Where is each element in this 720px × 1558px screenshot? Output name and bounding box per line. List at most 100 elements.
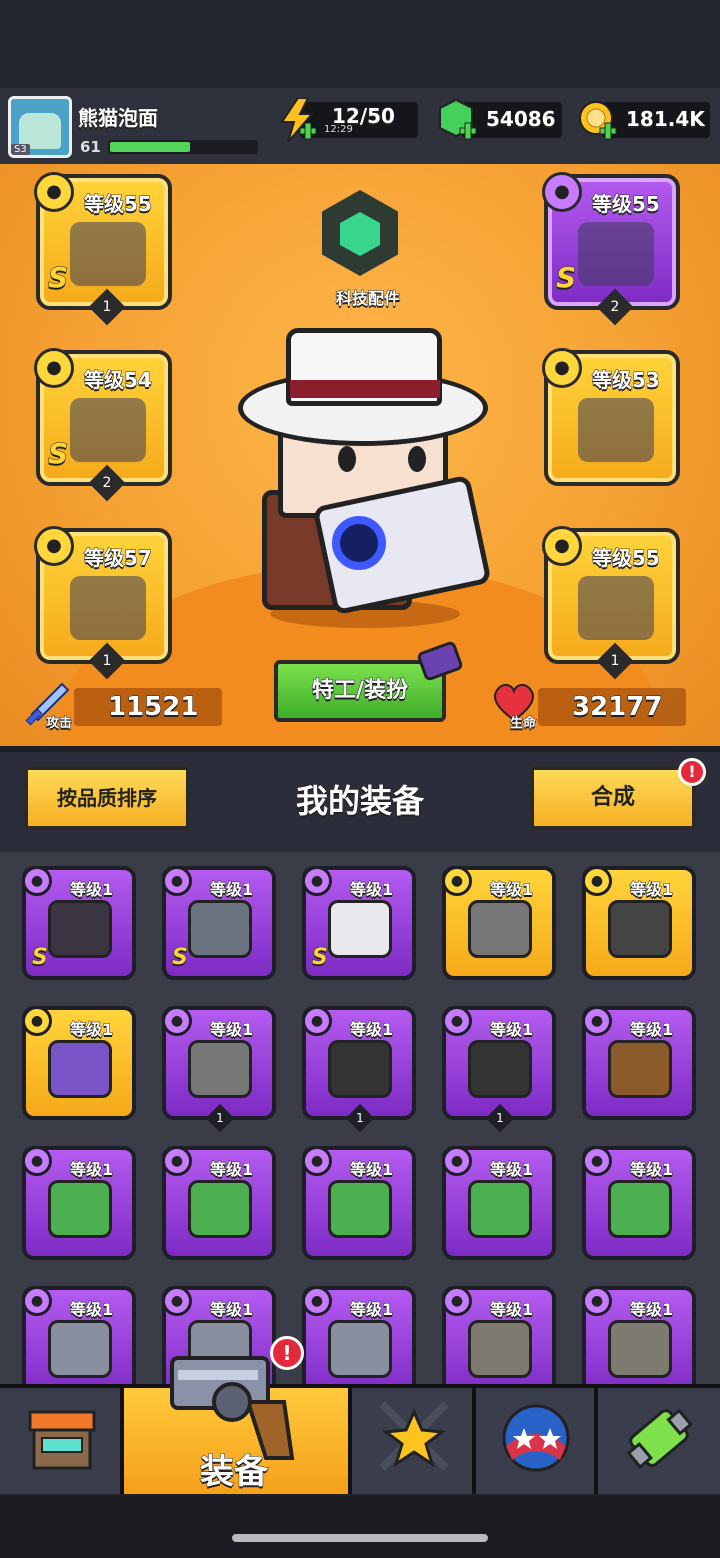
slot-type-badge-icon: ● <box>542 172 582 212</box>
gem-icon <box>438 98 478 142</box>
shop-tab[interactable] <box>0 1388 124 1494</box>
gem-value: 54086 <box>486 107 557 132</box>
equipment-item[interactable]: ● 等级1 1 <box>162 1006 276 1133</box>
armor-icon <box>48 1180 112 1238</box>
equipment-item[interactable]: ● 等级1 S <box>302 866 416 980</box>
equipped-slot-4[interactable]: ● 等级53 <box>542 348 680 486</box>
coin-counter[interactable]: 181.4K <box>602 102 710 138</box>
slot-level: 等级55 <box>592 546 661 571</box>
item-type-badge-icon: ● <box>302 1146 332 1176</box>
shop-icon <box>28 1408 96 1472</box>
lightning-icon <box>280 97 318 143</box>
orb-icon <box>500 1402 572 1474</box>
equipment-item[interactable]: ● 等级1 <box>22 1006 136 1120</box>
slot-count: 1 <box>596 642 634 680</box>
item-level: 等级1 <box>349 1300 394 1320</box>
attack-value: 11521 <box>107 692 199 723</box>
item-level: 等级1 <box>209 880 254 900</box>
slot-level: 等级55 <box>84 192 153 217</box>
shotgun-icon <box>608 1040 672 1098</box>
item-rank: S <box>32 945 49 971</box>
item-level: 等级1 <box>629 1020 674 1040</box>
equipment-item[interactable]: ● 等级1 <box>582 866 696 980</box>
equipment-item[interactable]: ● 等级1 <box>582 1286 696 1386</box>
equipment-item[interactable]: ● 等级1 S <box>22 866 136 980</box>
armor-icon <box>48 1320 112 1378</box>
avatar[interactable]: S3 <box>8 96 72 158</box>
belt-icon <box>468 1040 532 1098</box>
equipped-slot-5[interactable]: ● 等级57 1 <box>34 526 172 680</box>
armor-icon <box>608 1320 672 1378</box>
equipment-grid: ● 等级1 S ● 等级1 S ● 等级1 S ● 等级1 ● 等级1 ● 等级1 ● 等级1 1 ● 等级1 1 ● 等级… <box>0 852 720 1386</box>
item-type-badge-icon: ● <box>22 866 52 896</box>
agent-costume-button[interactable]: 特工/装扮 <box>274 660 446 722</box>
lab-tab[interactable] <box>598 1388 720 1494</box>
hero-eye-right <box>408 446 426 472</box>
slot-level: 等级53 <box>592 368 661 393</box>
attack-label: 攻击 <box>45 716 73 732</box>
equipment-item[interactable]: ● 等级1 S <box>162 866 276 980</box>
slot-count: 2 <box>88 464 126 502</box>
equipment-item[interactable]: ● 等级1 <box>582 1006 696 1120</box>
star-swords-icon <box>376 1398 452 1474</box>
xp-bar <box>108 140 258 154</box>
slot-type-badge-icon: ● <box>542 348 582 388</box>
xp-fill <box>110 142 190 152</box>
equipment-item[interactable]: ● 等级1 <box>22 1286 136 1386</box>
boot-icon <box>48 1040 112 1098</box>
equipment-item[interactable]: ● 等级1 <box>162 1146 276 1260</box>
gun-icon <box>70 222 146 286</box>
equipped-slot-2[interactable]: ● 等级55 S 2 <box>542 172 680 326</box>
slot-type-badge-icon: ● <box>34 172 74 212</box>
home-indicator[interactable] <box>232 1534 488 1542</box>
item-type-badge-icon: ● <box>442 1146 472 1176</box>
equipment-item[interactable]: ● 等级1 <box>442 866 556 980</box>
boot-icon <box>328 900 392 958</box>
item-type-badge-icon: ● <box>442 866 472 896</box>
merge-button[interactable]: 合成 <box>530 766 696 830</box>
item-type-badge-icon: ● <box>22 1006 52 1036</box>
item-count: 1 <box>485 1103 515 1133</box>
equipment-item[interactable]: ● 等级1 <box>302 1146 416 1260</box>
talent-tab[interactable] <box>476 1388 598 1494</box>
item-level: 等级1 <box>69 1160 114 1180</box>
armor-icon <box>608 1180 672 1238</box>
status-bar-area <box>0 0 720 88</box>
slot-rank: S <box>47 261 69 295</box>
equipment-item[interactable]: ● 等级1 <box>22 1146 136 1260</box>
item-level: 等级1 <box>69 1020 114 1040</box>
item-level: 等级1 <box>69 880 114 900</box>
player-hud: S3 熊猫泡面 61 12/50 12:29 54086 181.4K <box>0 88 720 164</box>
equipment-item[interactable]: ● 等级1 <box>582 1146 696 1260</box>
equipped-slot-3[interactable]: ● 等级54 S 2 <box>34 348 172 502</box>
item-type-badge-icon: ● <box>302 1286 332 1316</box>
item-level: 等级1 <box>349 1020 394 1040</box>
item-type-badge-icon: ● <box>22 1286 52 1316</box>
sort-by-quality-button[interactable]: 按品质排序 <box>24 766 190 830</box>
equipped-slot-1[interactable]: ● 等级55 S 1 <box>34 172 172 326</box>
belt-icon <box>578 398 654 462</box>
armor-icon <box>48 900 112 958</box>
item-type-badge-icon: ● <box>162 1146 192 1176</box>
equipment-alert-icon: ! <box>270 1336 304 1370</box>
hero-eye-left <box>338 446 356 472</box>
boot-icon <box>578 576 654 640</box>
equipment-item[interactable]: ● 等级1 1 <box>302 1006 416 1133</box>
equipped-slot-6[interactable]: ● 等级55 1 <box>542 526 680 680</box>
item-type-badge-icon: ● <box>582 1286 612 1316</box>
battle-tab[interactable] <box>352 1388 476 1494</box>
equipment-item[interactable]: ● 等级1 <box>442 1286 556 1386</box>
slot-count: 2 <box>596 288 634 326</box>
slot-level: 等级57 <box>84 546 153 571</box>
equipment-item[interactable]: ● 等级1 <box>302 1286 416 1386</box>
item-level: 等级1 <box>629 1300 674 1320</box>
server-tag: S3 <box>11 144 30 155</box>
equipment-item[interactable]: ● 等级1 <box>442 1146 556 1260</box>
coin-value: 181.4K <box>626 107 706 132</box>
item-level: 等级1 <box>209 1160 254 1180</box>
item-type-badge-icon: ● <box>582 1006 612 1036</box>
equipment-item[interactable]: ● 等级1 1 <box>442 1006 556 1133</box>
item-level: 等级1 <box>69 1300 114 1320</box>
hero-hat-band <box>290 380 440 398</box>
item-rank: S <box>172 945 189 971</box>
